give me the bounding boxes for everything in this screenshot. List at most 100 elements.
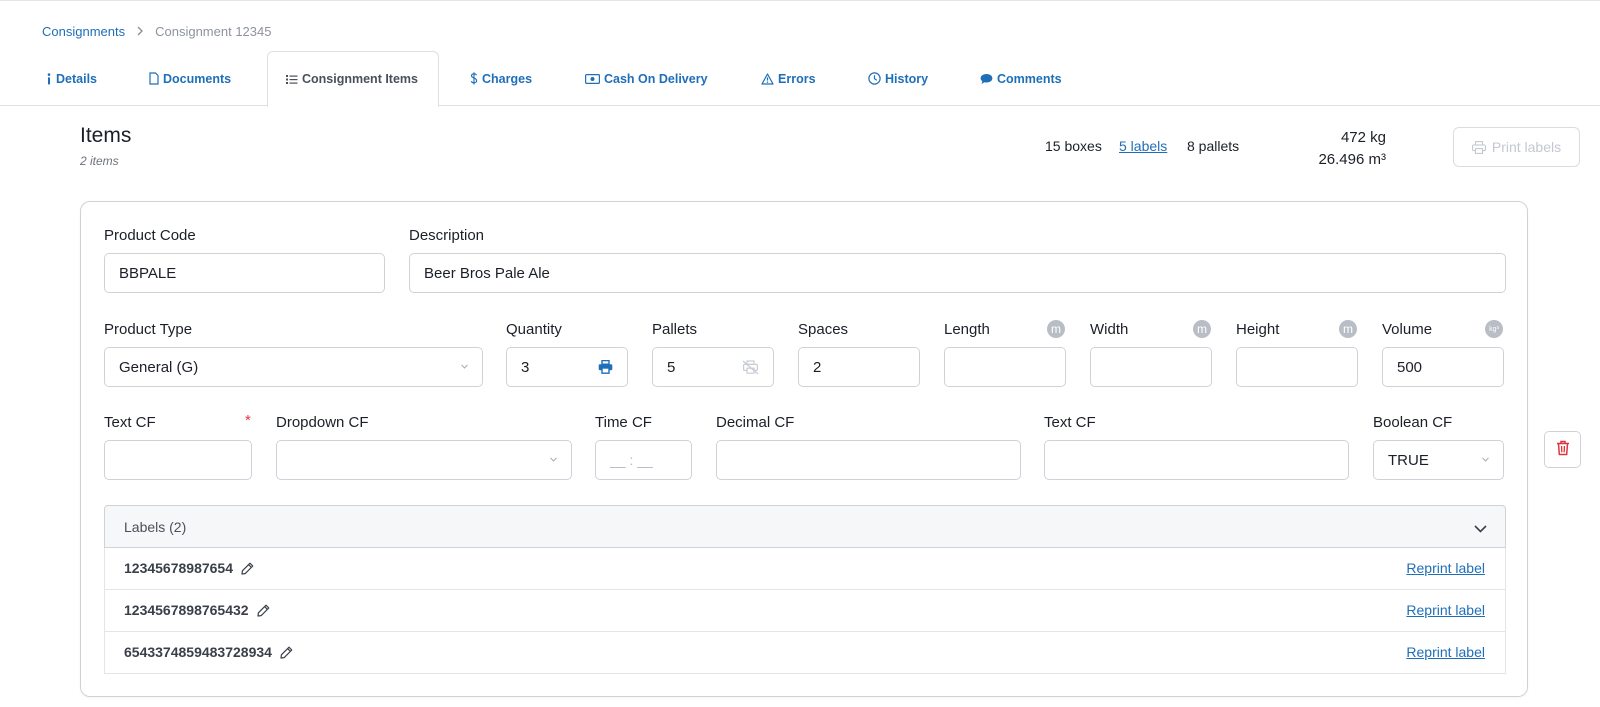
total-weight: 472 kg — [1340, 129, 1386, 146]
totals: 472 kg 26.496 m³ — [1318, 127, 1386, 171]
meter-unit-badge: m — [1047, 320, 1065, 338]
volume-unit-badge: kg³ — [1485, 320, 1503, 338]
comment-icon — [980, 73, 993, 85]
height-input[interactable] — [1236, 347, 1358, 387]
pencil-icon[interactable] — [256, 604, 270, 617]
cash-icon — [585, 73, 600, 84]
boxes-count: 15 boxes — [1045, 138, 1102, 154]
pallets-input[interactable]: 5 — [652, 347, 774, 387]
boolean-cf-label: Boolean CF — [1373, 414, 1453, 431]
length-label: Length — [944, 321, 990, 338]
product-code-value: BBPALE — [119, 264, 177, 282]
reprint-label-link[interactable]: Reprint label — [1406, 602, 1485, 618]
tab-charges[interactable]: Charges — [470, 51, 532, 106]
tab-comments[interactable]: Comments — [980, 51, 1062, 106]
height-label: Height — [1236, 321, 1280, 338]
breadcrumb-current: Consignment 12345 — [155, 23, 272, 39]
breadcrumb-consignments-link[interactable]: Consignments — [42, 24, 125, 39]
tab-label: Comments — [997, 71, 1062, 86]
labels-count-link[interactable]: 5 labels — [1119, 138, 1167, 154]
label-row: 12345678987654 Reprint label — [104, 548, 1506, 590]
time-cf-placeholder: __ : __ — [610, 452, 653, 468]
pencil-icon[interactable] — [241, 562, 254, 575]
tab-documents[interactable]: Documents — [149, 51, 231, 106]
tab-label: Details — [56, 71, 97, 86]
labels-accordion-header[interactable]: Labels (2) — [104, 505, 1506, 548]
chevron-down-icon — [461, 361, 468, 372]
product-type-value: General (G) — [119, 358, 199, 376]
document-icon — [149, 72, 159, 85]
description-value: Beer Bros Pale Ale — [424, 264, 550, 282]
time-cf-input[interactable]: __ : __ — [595, 440, 692, 480]
tab-label: Errors — [778, 71, 816, 86]
tab-consignment-items[interactable]: Consignment Items — [267, 51, 439, 107]
text-cf-label: Text CF — [104, 414, 156, 431]
clock-icon — [868, 72, 881, 85]
printer-icon[interactable] — [598, 360, 613, 374]
reprint-label-link[interactable]: Reprint label — [1406, 560, 1485, 576]
dropdown-cf-label: Dropdown CF — [276, 414, 369, 431]
pallets-label: Pallets — [652, 321, 698, 338]
quantity-value: 3 — [521, 358, 530, 376]
print-labels-button[interactable]: Print labels — [1453, 127, 1580, 167]
pallets-count: 8 pallets — [1187, 138, 1240, 154]
boolean-cf-value: TRUE — [1388, 451, 1429, 469]
list-icon — [286, 74, 298, 85]
volume-label: Volume — [1382, 321, 1433, 338]
volume-value: 500 — [1397, 358, 1423, 376]
tab-label: Documents — [163, 71, 232, 86]
quantity-input[interactable]: 3 — [506, 347, 628, 387]
product-type-label: Product Type — [104, 321, 193, 338]
tab-bar: Details Documents Consignment Items Char… — [0, 51, 1600, 107]
print-labels-label: Print labels — [1491, 139, 1562, 155]
product-type-select[interactable]: General (G) — [104, 347, 483, 387]
label-code-text: 12345678987654 — [124, 560, 234, 576]
description-input[interactable]: Beer Bros Pale Ale — [409, 253, 1506, 293]
spaces-value: 2 — [813, 358, 822, 376]
label-row: 1234567898765432 Reprint label — [104, 590, 1506, 632]
text-cf-input[interactable] — [104, 440, 252, 480]
tab-label: Consignment Items — [302, 72, 418, 86]
width-input[interactable] — [1090, 347, 1212, 387]
printer-icon — [1471, 140, 1486, 154]
dollar-icon — [470, 72, 478, 85]
tab-cash-on-delivery[interactable]: Cash On Delivery — [585, 51, 708, 106]
product-code-label: Product Code — [104, 227, 196, 244]
tab-details[interactable]: Details — [46, 51, 97, 106]
spaces-input[interactable]: 2 — [798, 347, 920, 387]
items-count: 2 items — [80, 154, 119, 168]
delete-item-button[interactable] — [1544, 431, 1581, 468]
width-label: Width — [1090, 321, 1129, 338]
tab-label: Charges — [482, 71, 533, 86]
pencil-icon[interactable] — [280, 646, 293, 659]
label-code-text: 1234567898765432 — [124, 602, 249, 618]
tab-errors[interactable]: Errors — [761, 51, 816, 106]
length-input[interactable] — [944, 347, 1066, 387]
print-disabled-icon — [742, 360, 759, 375]
decimal-cf-input[interactable] — [716, 440, 1021, 480]
label-code: 1234567898765432 — [124, 602, 270, 618]
tab-history[interactable]: History — [868, 51, 928, 106]
product-code-input[interactable]: BBPALE — [104, 253, 385, 293]
boolean-cf-select[interactable]: TRUE — [1373, 440, 1504, 480]
tab-label: History — [885, 71, 929, 86]
volume-input[interactable]: 500 — [1382, 347, 1504, 387]
label-code: 6543374859483728934 — [124, 644, 293, 660]
text-cf-2-label: Text CF — [1044, 414, 1096, 431]
text-cf-2-input[interactable] — [1044, 440, 1349, 480]
required-asterisk: * — [245, 412, 251, 429]
quantity-label: Quantity — [506, 321, 562, 338]
dropdown-cf-select[interactable] — [276, 440, 572, 480]
tab-label: Cash On Delivery — [604, 71, 708, 86]
meter-unit-badge: m — [1193, 320, 1211, 338]
chevron-down-icon — [1482, 454, 1489, 465]
info-icon — [46, 72, 52, 85]
label-code: 12345678987654 — [124, 560, 254, 576]
item-card: Product Code BBPALE Description Beer Bro… — [80, 201, 1528, 697]
breadcrumb: Consignments Consignment 12345 — [42, 22, 271, 40]
spaces-label: Spaces — [798, 321, 849, 338]
chevron-down-icon — [1474, 520, 1487, 538]
description-label: Description — [409, 227, 485, 244]
label-code-text: 6543374859483728934 — [124, 644, 272, 660]
reprint-label-link[interactable]: Reprint label — [1406, 644, 1485, 660]
